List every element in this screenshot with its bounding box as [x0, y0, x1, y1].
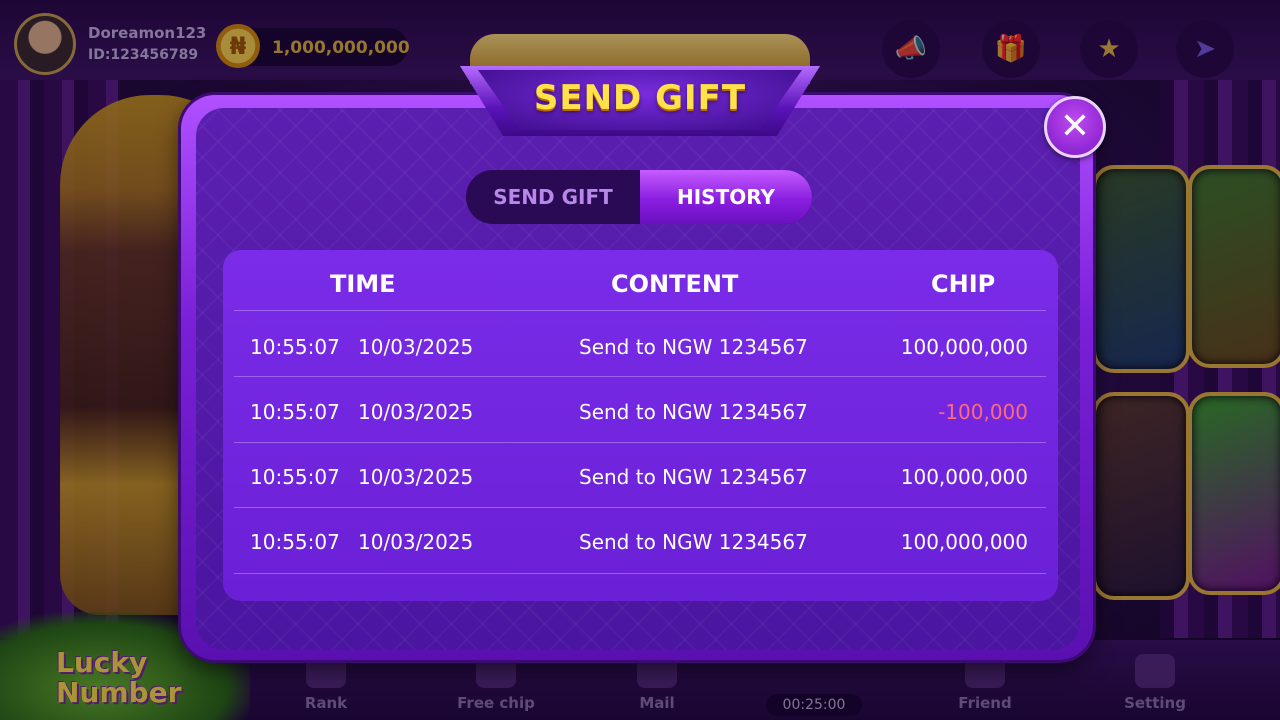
row-chip: -100,000	[938, 400, 1028, 424]
tab-bar: SEND GIFT HISTORY	[466, 170, 812, 224]
table-row: 10:55:07 10/03/2025 Send to NGW 1234567 …	[234, 508, 1046, 572]
row-chip: 100,000,000	[900, 465, 1028, 489]
header-divider	[234, 310, 1046, 311]
table-row: 10:55:07 10/03/2025 Send to NGW 1234567 …	[234, 443, 1046, 507]
column-header-content: CONTENT	[611, 270, 739, 298]
row-content: Send to NGW 1234567	[579, 400, 808, 424]
table-row: 10:55:07 10/03/2025 Send to NGW 1234567 …	[234, 378, 1046, 442]
row-chip: 100,000,000	[900, 530, 1028, 554]
tab-send-gift[interactable]: SEND GIFT	[466, 170, 640, 224]
row-content: Send to NGW 1234567	[579, 530, 808, 554]
row-date: 10/03/2025	[358, 400, 474, 424]
row-content: Send to NGW 1234567	[579, 335, 808, 359]
row-content: Send to NGW 1234567	[579, 465, 808, 489]
table-row: 10:55:07 10/03/2025 Send to NGW 1234567 …	[234, 313, 1046, 377]
tab-history[interactable]: HISTORY	[640, 170, 812, 224]
row-chip: 100,000,000	[900, 335, 1028, 359]
row-date: 10/03/2025	[358, 530, 474, 554]
row-date: 10/03/2025	[358, 335, 474, 359]
row-divider	[234, 573, 1046, 574]
row-date: 10/03/2025	[358, 465, 474, 489]
row-time: 10:55:07	[250, 530, 340, 554]
row-time: 10:55:07	[250, 400, 340, 424]
column-header-chip: CHIP	[931, 270, 996, 298]
row-time: 10:55:07	[250, 335, 340, 359]
row-time: 10:55:07	[250, 465, 340, 489]
modal-title: SEND GIFT	[533, 78, 747, 118]
column-header-time: TIME	[330, 270, 396, 298]
close-button[interactable]: ✕	[1044, 96, 1106, 158]
row-divider	[234, 376, 1046, 377]
close-icon: ✕	[1059, 106, 1091, 147]
